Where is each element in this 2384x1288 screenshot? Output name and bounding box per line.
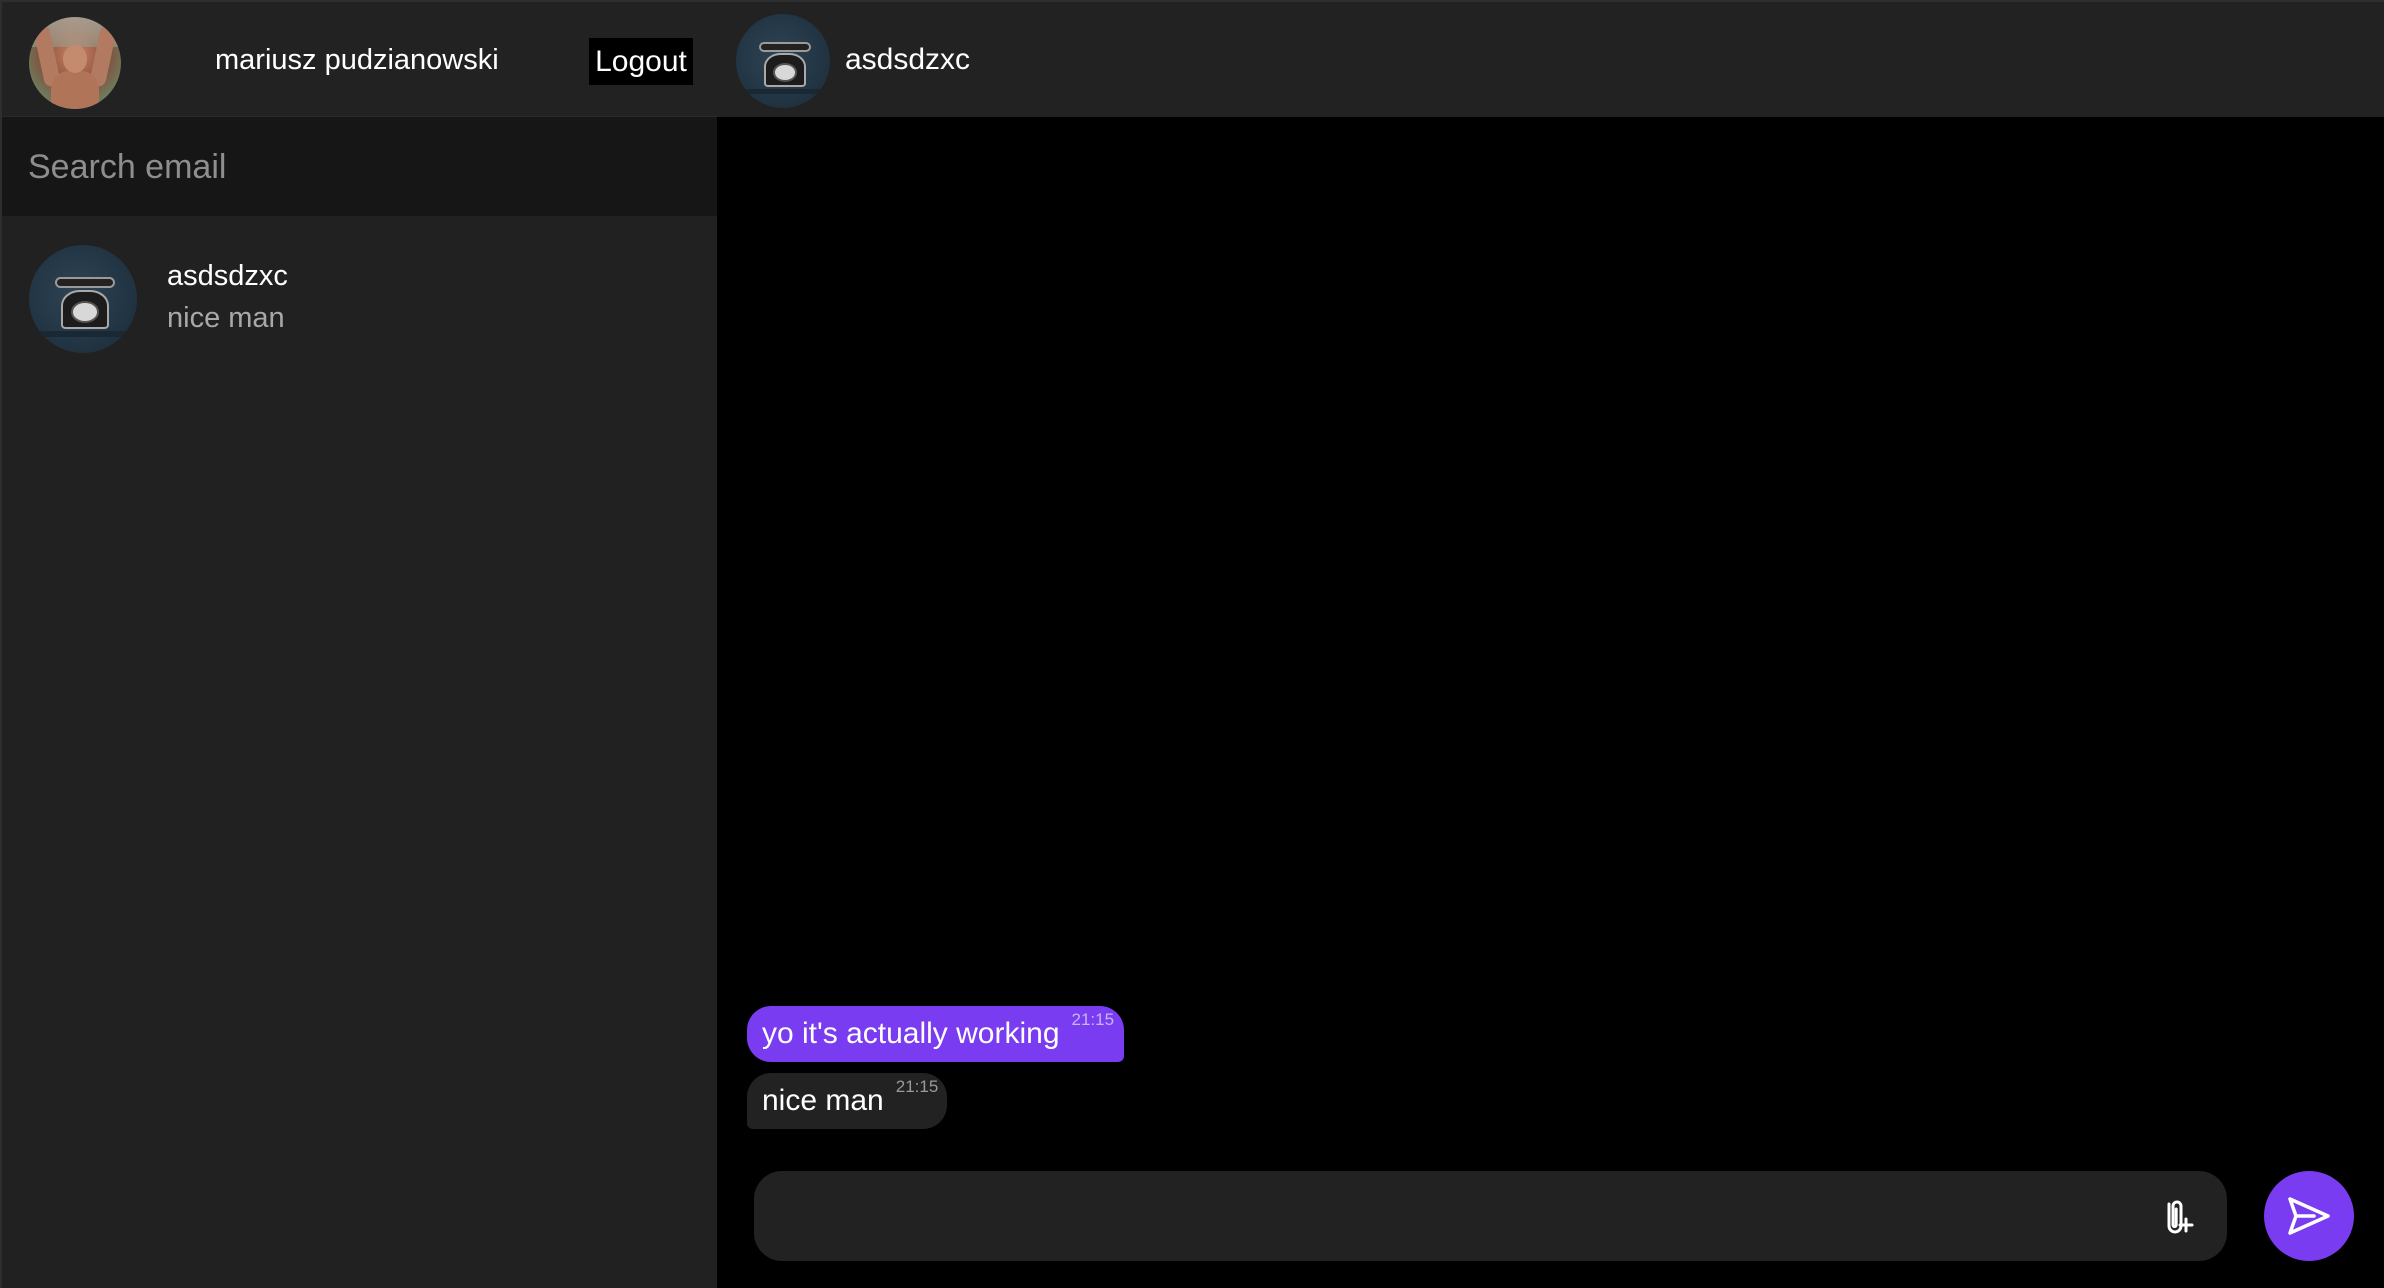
avatar-body <box>51 71 99 109</box>
message-timestamp: 21:15 <box>1071 1010 1115 1029</box>
message-bubble-sent: yo it's actually working 21:15 <box>747 1006 1124 1062</box>
logout-button[interactable]: Logout <box>589 38 693 85</box>
chat-contact-avatar[interactable] <box>736 14 830 108</box>
sidebar: mariusz pudzianowski Logout asdsdzxc nic… <box>0 0 719 1288</box>
message-timestamp: 21:15 <box>895 1077 939 1096</box>
contact-list-item[interactable]: asdsdzxc nice man <box>2 229 719 354</box>
message-composer <box>754 1171 2227 1261</box>
contact-avatar <box>29 245 137 353</box>
search-bar <box>2 117 719 216</box>
contact-name: asdsdzxc <box>167 260 288 292</box>
avatar-head <box>63 45 87 73</box>
user-header: mariusz pudzianowski Logout <box>2 0 719 117</box>
send-icon <box>2288 1197 2330 1235</box>
message-area: yo it's actually working 21:15 nice man … <box>717 117 2384 1167</box>
telephone-dial-icon <box>71 301 100 323</box>
user-avatar[interactable] <box>29 17 121 109</box>
contact-last-message: nice man <box>167 302 285 334</box>
telephone-handset-icon <box>54 277 116 289</box>
telephone-icon-base <box>741 89 825 94</box>
search-email-input[interactable] <box>26 141 686 193</box>
message-bubble-received: nice man 21:15 <box>747 1073 947 1129</box>
current-user-name: mariusz pudzianowski <box>215 44 499 76</box>
chat-contact-name: asdsdzxc <box>845 43 971 76</box>
telephone-icon-base <box>35 331 131 337</box>
telephone-dial-icon <box>772 62 798 82</box>
send-button[interactable] <box>2264 1171 2354 1261</box>
message-text: nice man <box>762 1084 884 1117</box>
message-text: yo it's actually working <box>762 1017 1060 1050</box>
chat-app: mariusz pudzianowski Logout asdsdzxc nic… <box>0 0 2384 1288</box>
paperclip-icon-graphic <box>2167 1200 2194 1234</box>
message-input[interactable] <box>782 1189 2112 1243</box>
chat-header: asdsdzxc <box>717 0 2384 117</box>
telephone-handset-icon <box>758 42 812 52</box>
paperclip-plus-icon[interactable] <box>2152 1192 2200 1240</box>
